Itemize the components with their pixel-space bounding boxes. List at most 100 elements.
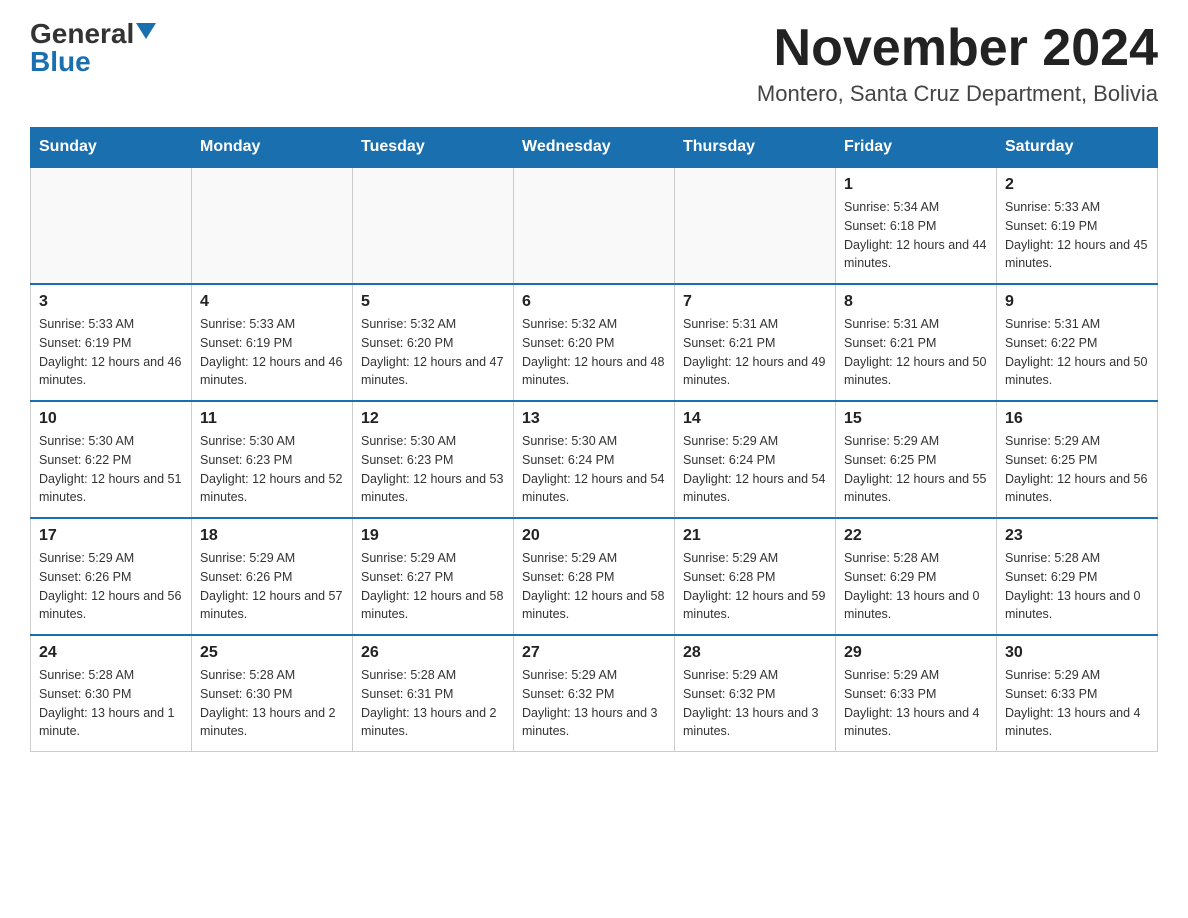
- day-number: 12: [361, 410, 505, 428]
- calendar-cell: 9 Sunrise: 5:31 AMSunset: 6:22 PMDaylight…: [997, 284, 1158, 401]
- day-number: 19: [361, 527, 505, 545]
- day-number: 29: [844, 644, 988, 662]
- calendar-cell: 18 Sunrise: 5:29 AMSunset: 6:26 PMDayligh…: [192, 518, 353, 635]
- day-info: Sunrise: 5:29 AMSunset: 6:24 PMDaylight:…: [683, 432, 827, 507]
- weekday-header-wednesday: Wednesday: [514, 128, 675, 168]
- day-info: Sunrise: 5:30 AMSunset: 6:23 PMDaylight:…: [200, 432, 344, 507]
- day-info: Sunrise: 5:31 AMSunset: 6:22 PMDaylight:…: [1005, 315, 1149, 390]
- day-info: Sunrise: 5:28 AMSunset: 6:30 PMDaylight:…: [39, 666, 183, 741]
- calendar-cell: 3 Sunrise: 5:33 AMSunset: 6:19 PMDaylight…: [31, 284, 192, 401]
- day-info: Sunrise: 5:34 AMSunset: 6:18 PMDaylight:…: [844, 198, 988, 273]
- calendar-body: 1 Sunrise: 5:34 AMSunset: 6:18 PMDaylight…: [31, 167, 1158, 752]
- logo: General Blue: [30, 20, 156, 76]
- day-number: 21: [683, 527, 827, 545]
- calendar-row: 24 Sunrise: 5:28 AMSunset: 6:30 PMDayligh…: [31, 635, 1158, 752]
- day-info: Sunrise: 5:30 AMSunset: 6:23 PMDaylight:…: [361, 432, 505, 507]
- calendar-cell: 13 Sunrise: 5:30 AMSunset: 6:24 PMDayligh…: [514, 401, 675, 518]
- calendar-cell: [353, 167, 514, 284]
- day-info: Sunrise: 5:29 AMSunset: 6:33 PMDaylight:…: [844, 666, 988, 741]
- day-info: Sunrise: 5:29 AMSunset: 6:28 PMDaylight:…: [683, 549, 827, 624]
- day-number: 20: [522, 527, 666, 545]
- weekday-header-row: SundayMondayTuesdayWednesdayThursdayFrid…: [31, 128, 1158, 168]
- day-number: 3: [39, 293, 183, 311]
- day-number: 10: [39, 410, 183, 428]
- day-info: Sunrise: 5:30 AMSunset: 6:22 PMDaylight:…: [39, 432, 183, 507]
- day-info: Sunrise: 5:29 AMSunset: 6:27 PMDaylight:…: [361, 549, 505, 624]
- calendar-row: 10 Sunrise: 5:30 AMSunset: 6:22 PMDayligh…: [31, 401, 1158, 518]
- month-title: November 2024: [757, 20, 1158, 77]
- day-number: 13: [522, 410, 666, 428]
- calendar-cell: 23Sunrise: 5:28 AMSunset: 6:29 PMDayligh…: [997, 518, 1158, 635]
- calendar-table: SundayMondayTuesdayWednesdayThursdayFrid…: [30, 127, 1158, 752]
- calendar-header: SundayMondayTuesdayWednesdayThursdayFrid…: [31, 128, 1158, 168]
- day-number: 4: [200, 293, 344, 311]
- day-number: 7: [683, 293, 827, 311]
- day-number: 30: [1005, 644, 1149, 662]
- calendar-cell: 17Sunrise: 5:29 AMSunset: 6:26 PMDayligh…: [31, 518, 192, 635]
- calendar-cell: 29 Sunrise: 5:29 AMSunset: 6:33 PMDayligh…: [836, 635, 997, 752]
- calendar-cell: 14Sunrise: 5:29 AMSunset: 6:24 PMDayligh…: [675, 401, 836, 518]
- calendar-cell: 24 Sunrise: 5:28 AMSunset: 6:30 PMDayligh…: [31, 635, 192, 752]
- calendar-cell: 12 Sunrise: 5:30 AMSunset: 6:23 PMDayligh…: [353, 401, 514, 518]
- day-number: 5: [361, 293, 505, 311]
- logo-line1: General: [30, 20, 156, 48]
- day-number: 27: [522, 644, 666, 662]
- day-info: Sunrise: 5:32 AMSunset: 6:20 PMDaylight:…: [522, 315, 666, 390]
- day-info: Sunrise: 5:29 AMSunset: 6:32 PMDaylight:…: [522, 666, 666, 741]
- day-number: 26: [361, 644, 505, 662]
- day-info: Sunrise: 5:30 AMSunset: 6:24 PMDaylight:…: [522, 432, 666, 507]
- calendar-cell: 4 Sunrise: 5:33 AMSunset: 6:19 PMDaylight…: [192, 284, 353, 401]
- calendar-cell: 22 Sunrise: 5:28 AMSunset: 6:29 PMDayligh…: [836, 518, 997, 635]
- weekday-header-friday: Friday: [836, 128, 997, 168]
- calendar-cell: 5Sunrise: 5:32 AMSunset: 6:20 PMDaylight…: [353, 284, 514, 401]
- day-number: 22: [844, 527, 988, 545]
- day-number: 18: [200, 527, 344, 545]
- calendar-cell: 16Sunrise: 5:29 AMSunset: 6:25 PMDayligh…: [997, 401, 1158, 518]
- logo-text: General Blue: [30, 20, 156, 76]
- day-info: Sunrise: 5:33 AMSunset: 6:19 PMDaylight:…: [39, 315, 183, 390]
- day-info: Sunrise: 5:33 AMSunset: 6:19 PMDaylight:…: [1005, 198, 1149, 273]
- day-info: Sunrise: 5:28 AMSunset: 6:30 PMDaylight:…: [200, 666, 344, 741]
- calendar-cell: 10 Sunrise: 5:30 AMSunset: 6:22 PMDayligh…: [31, 401, 192, 518]
- day-info: Sunrise: 5:28 AMSunset: 6:29 PMDaylight:…: [844, 549, 988, 624]
- day-info: Sunrise: 5:31 AMSunset: 6:21 PMDaylight:…: [683, 315, 827, 390]
- calendar-cell: 30 Sunrise: 5:29 AMSunset: 6:33 PMDayligh…: [997, 635, 1158, 752]
- day-info: Sunrise: 5:29 AMSunset: 6:26 PMDaylight:…: [200, 549, 344, 624]
- calendar-cell: 11 Sunrise: 5:30 AMSunset: 6:23 PMDayligh…: [192, 401, 353, 518]
- day-number: 9: [1005, 293, 1149, 311]
- weekday-header-sunday: Sunday: [31, 128, 192, 168]
- location-title: Montero, Santa Cruz Department, Bolivia: [757, 81, 1158, 107]
- day-info: Sunrise: 5:29 AMSunset: 6:32 PMDaylight:…: [683, 666, 827, 741]
- calendar-cell: 28 Sunrise: 5:29 AMSunset: 6:32 PMDayligh…: [675, 635, 836, 752]
- day-info: Sunrise: 5:29 AMSunset: 6:28 PMDaylight:…: [522, 549, 666, 624]
- title-group: November 2024 Montero, Santa Cruz Depart…: [757, 20, 1158, 107]
- day-number: 6: [522, 293, 666, 311]
- day-number: 28: [683, 644, 827, 662]
- weekday-header-thursday: Thursday: [675, 128, 836, 168]
- calendar-cell: 27 Sunrise: 5:29 AMSunset: 6:32 PMDayligh…: [514, 635, 675, 752]
- day-number: 11: [200, 410, 344, 428]
- day-number: 1: [844, 176, 988, 194]
- weekday-header-monday: Monday: [192, 128, 353, 168]
- day-number: 8: [844, 293, 988, 311]
- calendar-cell: 7 Sunrise: 5:31 AMSunset: 6:21 PMDaylight…: [675, 284, 836, 401]
- calendar-row: 1 Sunrise: 5:34 AMSunset: 6:18 PMDaylight…: [31, 167, 1158, 284]
- calendar-cell: 21 Sunrise: 5:29 AMSunset: 6:28 PMDayligh…: [675, 518, 836, 635]
- day-info: Sunrise: 5:29 AMSunset: 6:25 PMDaylight:…: [1005, 432, 1149, 507]
- calendar-cell: 8 Sunrise: 5:31 AMSunset: 6:21 PMDaylight…: [836, 284, 997, 401]
- day-info: Sunrise: 5:31 AMSunset: 6:21 PMDaylight:…: [844, 315, 988, 390]
- day-number: 24: [39, 644, 183, 662]
- calendar-cell: 15Sunrise: 5:29 AMSunset: 6:25 PMDayligh…: [836, 401, 997, 518]
- calendar-cell: 2Sunrise: 5:33 AMSunset: 6:19 PMDaylight…: [997, 167, 1158, 284]
- weekday-header-saturday: Saturday: [997, 128, 1158, 168]
- calendar-cell: 25Sunrise: 5:28 AMSunset: 6:30 PMDayligh…: [192, 635, 353, 752]
- weekday-header-tuesday: Tuesday: [353, 128, 514, 168]
- day-info: Sunrise: 5:33 AMSunset: 6:19 PMDaylight:…: [200, 315, 344, 390]
- page-header: General Blue November 2024 Montero, Sant…: [30, 20, 1158, 107]
- day-info: Sunrise: 5:29 AMSunset: 6:33 PMDaylight:…: [1005, 666, 1149, 741]
- day-info: Sunrise: 5:29 AMSunset: 6:26 PMDaylight:…: [39, 549, 183, 624]
- calendar-cell: [675, 167, 836, 284]
- logo-triangle-icon: [136, 23, 156, 39]
- calendar-row: 17Sunrise: 5:29 AMSunset: 6:26 PMDayligh…: [31, 518, 1158, 635]
- calendar-cell: 26Sunrise: 5:28 AMSunset: 6:31 PMDayligh…: [353, 635, 514, 752]
